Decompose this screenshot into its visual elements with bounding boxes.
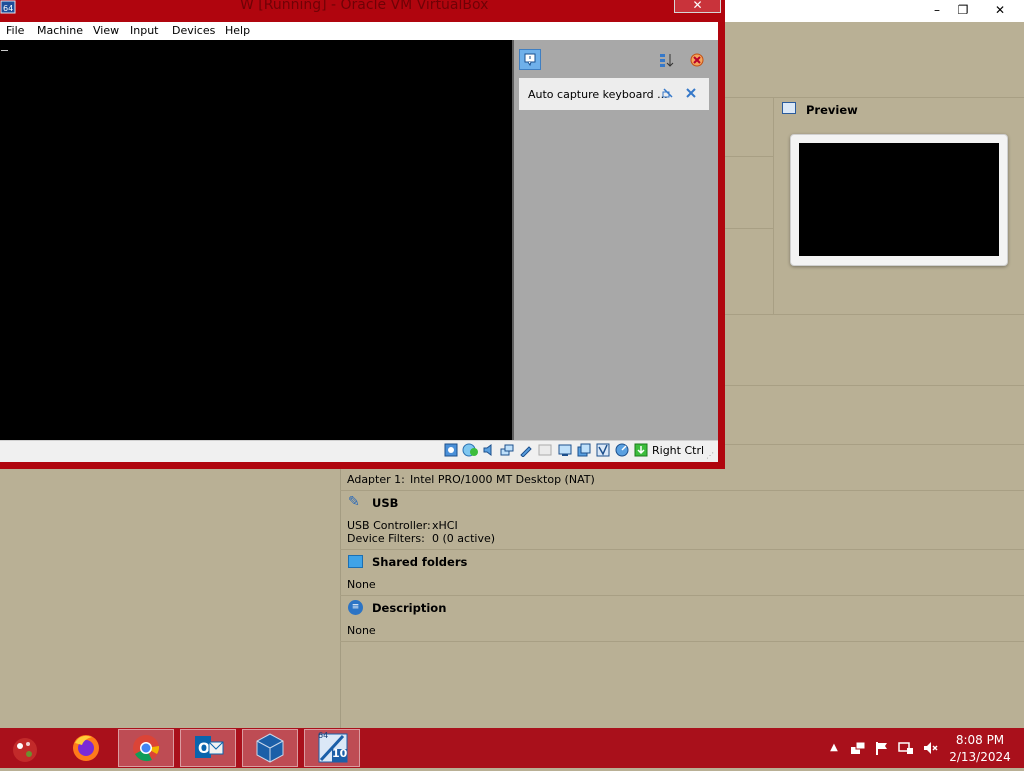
- description-icon: ≡: [348, 600, 363, 615]
- volume-muted-icon[interactable]: [922, 740, 938, 756]
- device-filters-value: 0 (0 active): [432, 532, 496, 545]
- usb-icon[interactable]: [519, 443, 533, 458]
- show-hidden-icon[interactable]: ▲: [826, 740, 842, 756]
- menu-view[interactable]: View: [93, 24, 119, 37]
- vm-menu-bar: File Machine View Input Devices Help: [0, 22, 718, 40]
- network-icon[interactable]: [850, 740, 866, 756]
- clock-date[interactable]: 2/13/2024: [945, 750, 1015, 764]
- usb-icon: ✎: [348, 494, 360, 510]
- menu-file[interactable]: File: [6, 24, 24, 37]
- outlook-icon[interactable]: O: [180, 729, 236, 767]
- notification-message: Auto capture keyboard ...: [519, 78, 709, 110]
- close-icon[interactable]: ✕: [977, 0, 1023, 20]
- menu-devices[interactable]: Devices: [172, 24, 215, 37]
- chrome-icon[interactable]: [118, 729, 174, 767]
- clock-time[interactable]: 8:08 PM: [945, 733, 1015, 747]
- monitor-icon: [782, 102, 796, 114]
- usb-controller-value: xHCI: [432, 519, 458, 532]
- vm-list-panel: [0, 468, 341, 728]
- info-balloon-icon[interactable]: [519, 49, 541, 70]
- host-key-label[interactable]: Right Ctrl: [652, 444, 704, 457]
- vm-title-text: W [Running] - Oracle VM VirtualBox: [240, 0, 489, 13]
- section-divider: [340, 595, 1024, 596]
- description-value: None: [347, 624, 376, 637]
- svg-text:O: O: [198, 741, 210, 757]
- vm-guest-display[interactable]: [0, 40, 512, 440]
- panel-divider: [773, 98, 774, 314]
- cpu-icon[interactable]: [596, 443, 610, 457]
- network-adapter-value: Intel PRO/1000 MT Desktop (NAT): [410, 473, 595, 486]
- optical-drive-icon[interactable]: [462, 443, 479, 457]
- resize-grip-icon[interactable]: ⋰: [706, 452, 714, 460]
- notification-text: Auto capture keyboard ...: [528, 88, 668, 101]
- audio-icon[interactable]: [482, 443, 496, 457]
- usb-section-title[interactable]: USB: [372, 496, 398, 510]
- shared-folders-icon: [348, 555, 363, 568]
- shared-folders-icon[interactable]: [538, 443, 552, 457]
- close-icon[interactable]: ✕: [674, 0, 721, 13]
- mouse-integration-icon[interactable]: [615, 443, 629, 457]
- manager-divider: [720, 314, 1024, 315]
- network-icon[interactable]: [500, 443, 514, 457]
- text-cursor: [1, 50, 8, 51]
- description-section-title[interactable]: Description: [372, 601, 446, 615]
- network-adapter-label: Adapter 1:: [347, 473, 405, 486]
- hard-disk-icon[interactable]: [444, 443, 458, 457]
- shared-folders-value: None: [347, 578, 376, 591]
- display-icon[interactable]: [558, 443, 572, 457]
- vm-status-bar: [0, 440, 718, 462]
- menu-help[interactable]: Help: [225, 24, 250, 37]
- sort-icon[interactable]: [659, 52, 675, 68]
- start-button[interactable]: [8, 732, 42, 766]
- preview-title: Preview: [806, 103, 858, 117]
- section-divider: [340, 549, 1024, 550]
- firefox-icon[interactable]: [58, 729, 114, 767]
- virtualbox-icon[interactable]: [242, 729, 298, 767]
- manager-divider: [720, 385, 1024, 386]
- flag-icon[interactable]: [874, 740, 890, 756]
- vm-icon-bottom-label: 10: [332, 747, 348, 760]
- preview-screen: [799, 143, 999, 256]
- recording-icon[interactable]: [577, 443, 591, 457]
- shared-folders-section-title[interactable]: Shared folders: [372, 555, 467, 569]
- link-icon[interactable]: [662, 87, 674, 99]
- section-divider: [340, 641, 1024, 642]
- virtualbox-app-icon[interactable]: 64: [0, 0, 16, 14]
- usb-controller-label: USB Controller:: [347, 519, 431, 532]
- menu-machine[interactable]: Machine: [37, 24, 83, 37]
- svg-text:64: 64: [3, 4, 13, 13]
- manager-divider: [720, 228, 774, 229]
- dismiss-all-icon[interactable]: [688, 52, 705, 68]
- close-icon[interactable]: [685, 87, 697, 99]
- section-divider: [340, 490, 1024, 491]
- vm-icon-top-label: 64: [318, 731, 329, 740]
- manager-divider: [720, 444, 1024, 445]
- keyboard-capture-icon[interactable]: [634, 443, 648, 457]
- menu-input[interactable]: Input: [130, 24, 158, 37]
- manager-divider: [720, 156, 774, 157]
- device-filters-label: Device Filters:: [347, 532, 425, 545]
- display-icon[interactable]: [898, 740, 914, 756]
- vm-title-bar[interactable]: 64 W [Running] - Oracle VM VirtualBox: [0, 0, 725, 21]
